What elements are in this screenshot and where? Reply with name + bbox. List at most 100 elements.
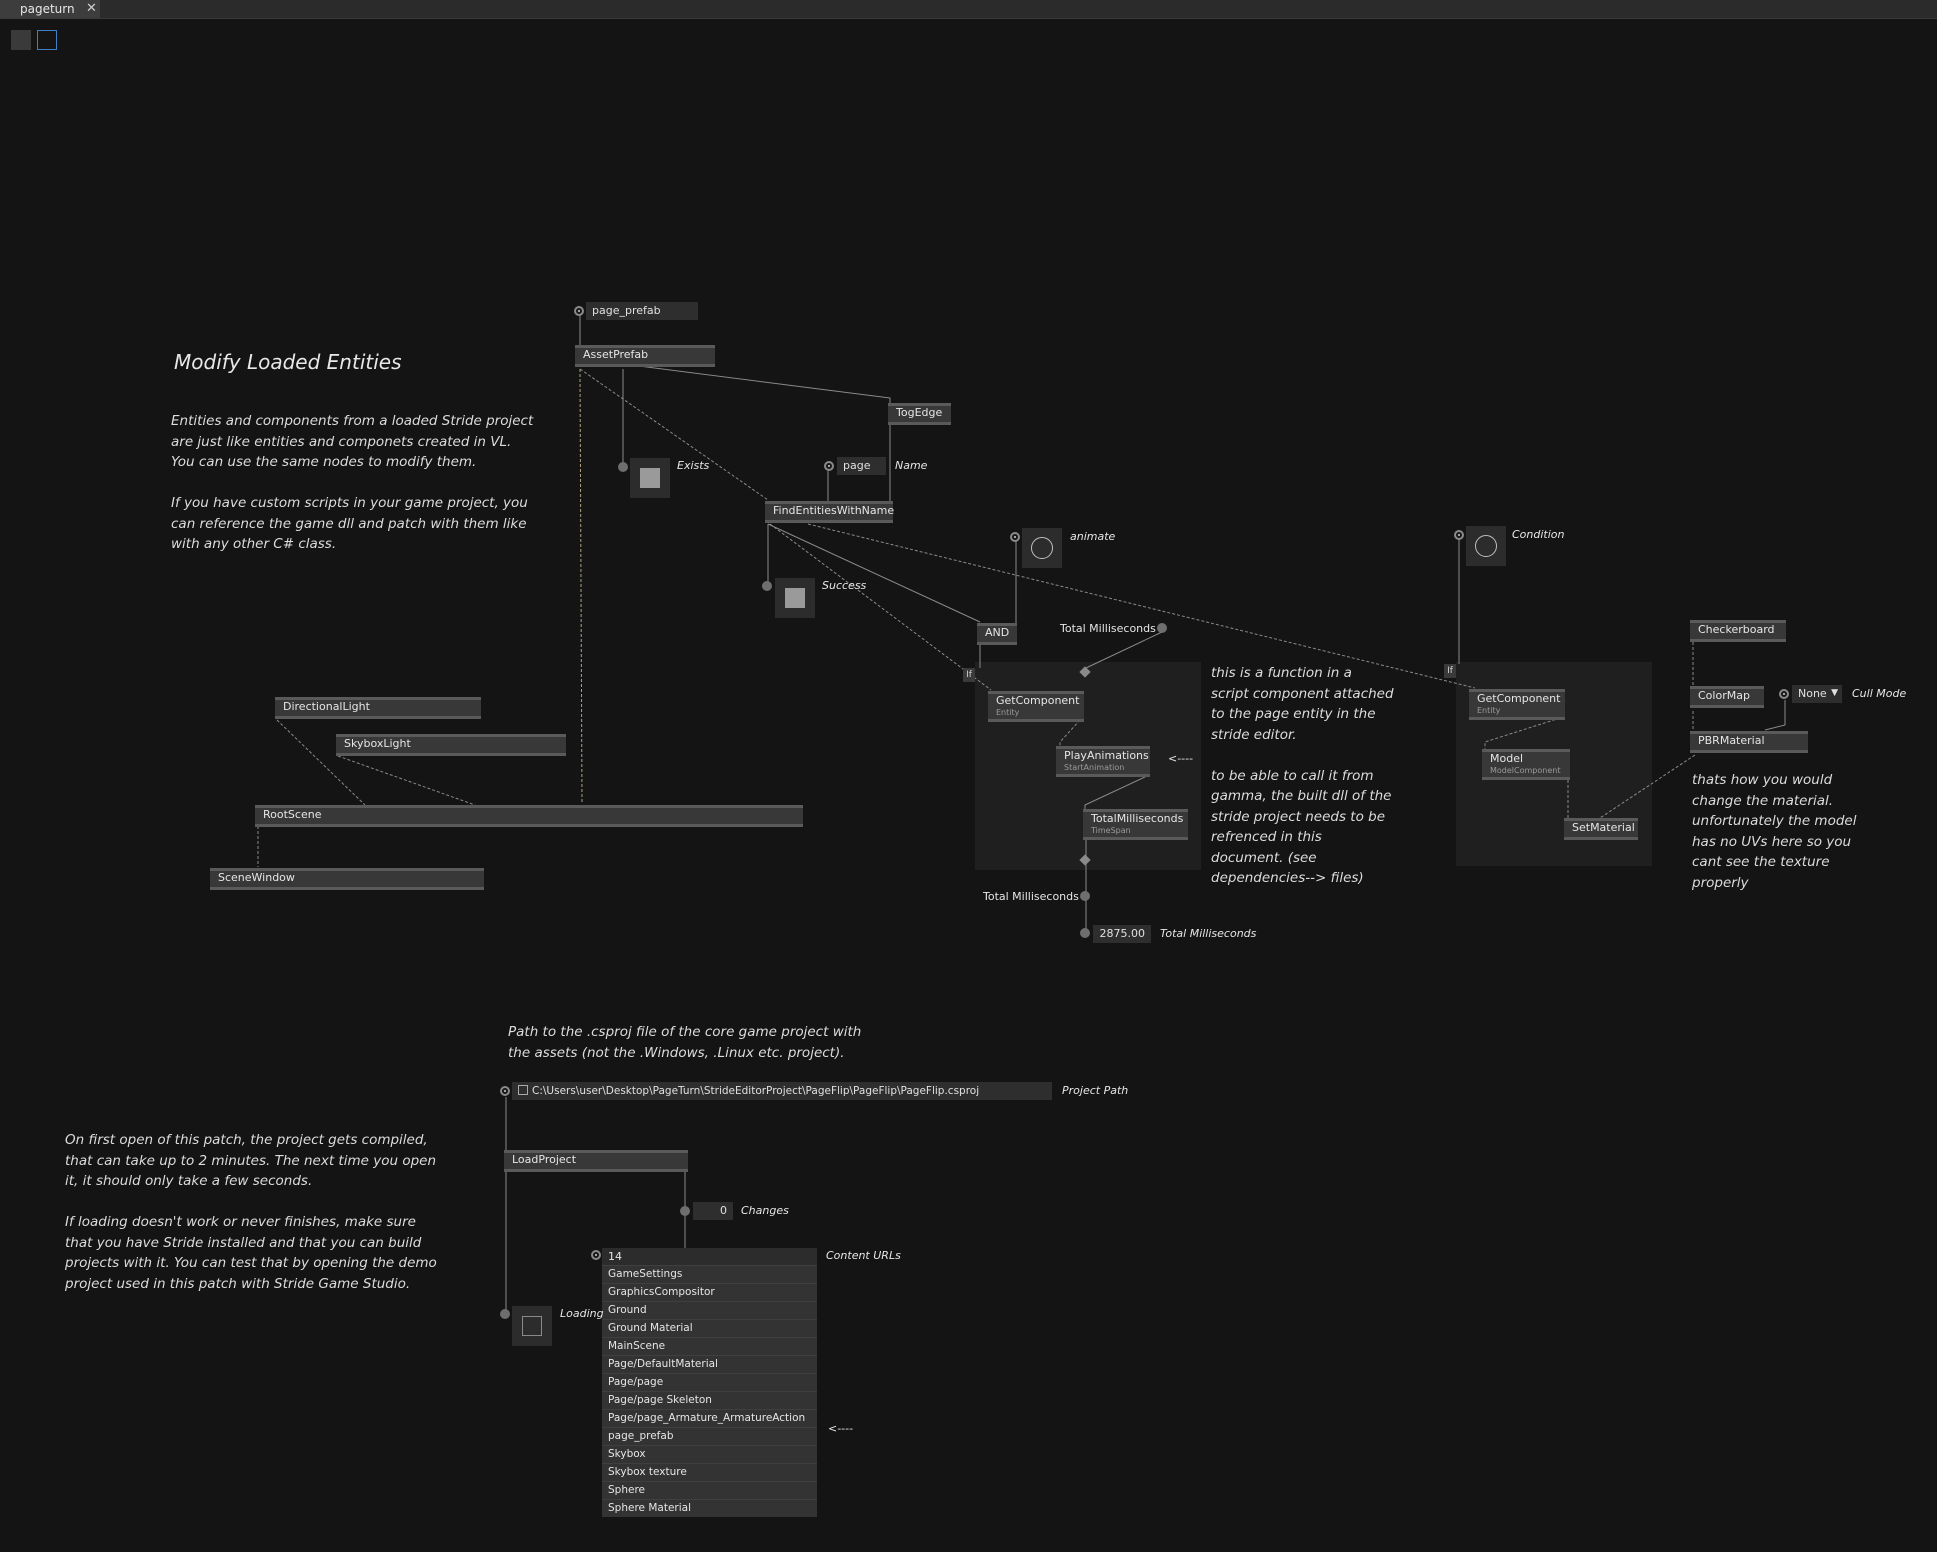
node-and[interactable]: AND <box>977 623 1017 645</box>
list-item[interactable]: Page/page <box>602 1373 817 1391</box>
success-toggle[interactable] <box>775 578 815 618</box>
cull-mode-value: None <box>1798 687 1827 700</box>
page-title: Modify Loaded Entities <box>174 350 402 374</box>
node-total-milliseconds[interactable]: TotalMilliseconds TimeSpan <box>1083 809 1188 840</box>
node-label: DirectionalLight <box>283 700 370 713</box>
node-load-project[interactable]: LoadProject <box>504 1150 688 1172</box>
node-sublabel: Entity <box>996 708 1020 717</box>
project-path-pin[interactable] <box>500 1086 510 1096</box>
page-name-pin[interactable] <box>824 461 834 471</box>
node-skybox-light[interactable]: SkyboxLight <box>336 734 566 756</box>
cull-mode-pin[interactable] <box>1779 689 1789 699</box>
animate-pin[interactable] <box>1010 532 1020 542</box>
node-set-material[interactable]: SetMaterial <box>1564 818 1638 840</box>
node-sublabel: TimeSpan <box>1091 826 1131 835</box>
loading-pin[interactable] <box>500 1309 510 1319</box>
changes-label: Changes <box>741 1204 789 1217</box>
loading-toggle[interactable] <box>512 1306 552 1346</box>
node-asset-prefab[interactable]: AssetPrefab <box>575 345 715 367</box>
content-urls-rows: GameSettings GraphicsCompositor Ground Grou… <box>602 1265 817 1517</box>
cull-mode-select[interactable]: None ▼ <box>1792 685 1842 703</box>
list-item[interactable]: Page/page Skeleton <box>602 1391 817 1409</box>
animate-toggle[interactable] <box>1022 528 1062 568</box>
link-asset-togedge <box>622 363 891 405</box>
link-getcomp2-model <box>1484 717 1561 750</box>
total-ms-value[interactable]: 2875.00 <box>1093 925 1151 943</box>
page-prefab-input[interactable]: page_prefab <box>586 302 698 320</box>
changes-value[interactable]: 0 <box>693 1202 733 1220</box>
condition-pin[interactable] <box>1454 530 1464 540</box>
content-urls-list[interactable]: 14 GameSettings GraphicsCompositor Ground G… <box>602 1248 817 1517</box>
list-item[interactable]: GraphicsCompositor <box>602 1283 817 1301</box>
content-urls-pin[interactable] <box>591 1250 601 1260</box>
chevron-down-icon: ▼ <box>1831 688 1838 698</box>
list-item[interactable]: MainScene <box>602 1337 817 1355</box>
node-label: PBRMaterial <box>1698 734 1765 747</box>
toggle-off-icon <box>522 1316 542 1336</box>
bang-circle-icon <box>1475 535 1497 557</box>
node-label: TogEdge <box>896 406 943 419</box>
list-item[interactable]: Ground Material <box>602 1319 817 1337</box>
total-ms-value-pin[interactable] <box>1080 928 1090 938</box>
project-path-input[interactable]: C:\Users\user\Desktop\PageTurn\StrideEdi… <box>512 1082 1052 1100</box>
link-asset-rootscene <box>579 368 583 804</box>
exists-pin[interactable] <box>618 462 628 472</box>
list-item[interactable]: Skybox texture <box>602 1463 817 1481</box>
arrow-play-comment: <---- <box>1168 752 1194 765</box>
exists-toggle[interactable] <box>630 458 670 498</box>
comment-function: this is a function in a script component… <box>1211 665 1394 886</box>
list-item[interactable]: Page/DefaultMaterial <box>602 1355 817 1373</box>
node-directional-light[interactable]: DirectionalLight <box>275 697 481 719</box>
link-skybox-root <box>337 755 476 806</box>
node-label: GetComponent <box>1477 692 1561 705</box>
comment-material: thats how you would change the material.… <box>1692 772 1857 891</box>
list-item[interactable]: Skybox <box>602 1445 817 1463</box>
node-label: SetMaterial <box>1572 821 1635 834</box>
node-pbr-material[interactable]: PBRMaterial <box>1690 731 1808 753</box>
node-checkerboard[interactable]: Checkerboard <box>1690 620 1786 642</box>
node-label: SkyboxLight <box>344 737 411 750</box>
project-path-value: C:\Users\user\Desktop\PageTurn\StrideEdi… <box>532 1085 980 1097</box>
node-label: TotalMilliseconds <box>1091 812 1184 825</box>
node-colormap[interactable]: ColorMap <box>1690 686 1764 708</box>
node-label: AssetPrefab <box>583 348 649 361</box>
link-pbr-setmat <box>1599 754 1696 819</box>
node-label: RootScene <box>263 808 322 821</box>
success-pin[interactable] <box>762 581 772 591</box>
loading-label: Loading <box>560 1307 604 1320</box>
node-label: LoadProject <box>512 1153 577 1166</box>
content-urls-label: Content URLs <box>826 1249 901 1262</box>
node-scene-window[interactable]: SceneWindow <box>210 868 484 890</box>
node-get-component-entity-2[interactable]: GetComponent Entity <box>1469 689 1565 720</box>
list-item[interactable]: GameSettings <box>602 1265 817 1283</box>
condition-toggle[interactable] <box>1466 526 1506 566</box>
node-sublabel: ModelComponent <box>1490 766 1561 775</box>
list-item[interactable]: page_prefab <box>602 1427 817 1445</box>
node-model[interactable]: Model ModelComponent <box>1482 749 1570 780</box>
node-get-component-entity[interactable]: GetComponent Entity <box>988 691 1084 722</box>
list-item[interactable]: Page/page_Armature_ArmatureAction <box>602 1409 817 1427</box>
link-cull-pbr <box>1764 700 1786 731</box>
node-label: FindEntitiesWithName <box>773 504 895 517</box>
cull-mode-label: Cull Mode <box>1852 687 1907 700</box>
node-find-entities[interactable]: FindEntitiesWithName <box>765 501 895 523</box>
total-ms-in-pin[interactable] <box>1157 623 1167 633</box>
page-name-input[interactable]: page <box>837 457 886 475</box>
node-root-scene[interactable]: RootScene <box>255 805 803 827</box>
page-prefab-pin[interactable] <box>574 306 584 316</box>
comment-first-open: On first open of this patch, the project… <box>65 1132 437 1292</box>
success-label: Success <box>822 579 867 592</box>
list-item[interactable]: Sphere Material <box>602 1499 817 1517</box>
changes-pin[interactable] <box>680 1206 690 1216</box>
links-layer <box>257 315 1786 1310</box>
node-label: AND <box>985 626 1010 639</box>
node-label: Model <box>1490 752 1524 765</box>
list-item[interactable]: Ground <box>602 1301 817 1319</box>
total-ms-out-pin[interactable] <box>1080 891 1090 901</box>
bang-circle-icon <box>1031 537 1053 559</box>
toggle-on-icon <box>640 468 660 488</box>
node-togedge[interactable]: TogEdge <box>888 403 951 425</box>
list-item[interactable]: Sphere <box>602 1481 817 1499</box>
link-totalms-in <box>1085 631 1163 672</box>
node-play-animations[interactable]: PlayAnimations StartAnimation <box>1056 746 1150 777</box>
